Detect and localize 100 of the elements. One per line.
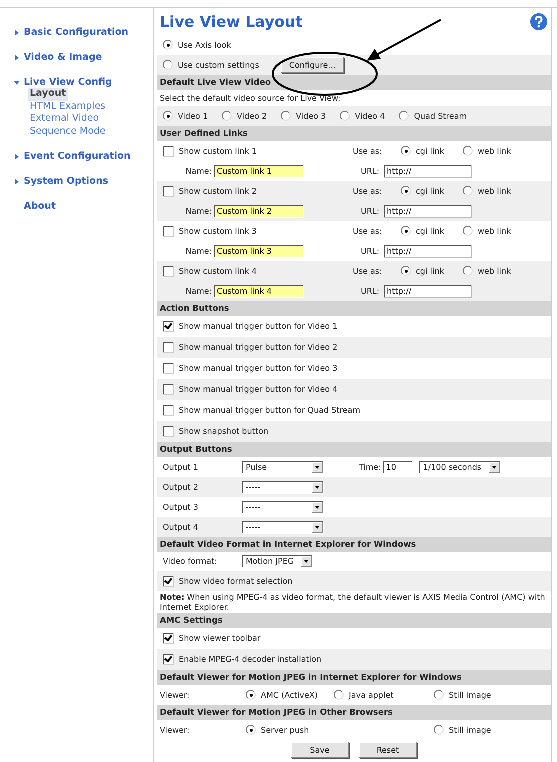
checkbox-option[interactable]: Show custom link 1 [163,146,353,156]
sidebar-link[interactable]: Basic Configuration [24,27,129,38]
radio-option[interactable]: web link [463,146,525,156]
checkbox-option[interactable]: Show snapshot button [163,426,269,437]
video-format-select[interactable]: Motion JPEG [242,555,313,568]
sidebar-link[interactable]: System Options [24,176,108,187]
radio-button[interactable] [401,266,411,276]
radio-button[interactable] [401,146,411,156]
output-select[interactable]: Pulse [242,460,324,474]
radio-option[interactable]: Java applet [334,690,434,700]
radio-button[interactable] [163,60,173,70]
checkbox[interactable] [163,186,174,196]
sidebar-link[interactable]: Video & Image [24,52,102,63]
name-field[interactable]: Custom link 4 [214,284,304,298]
output-select[interactable]: ----- [242,520,324,534]
checkbox[interactable] [163,321,174,332]
radio-option[interactable]: web link [463,186,525,196]
output-label: Output 1 [163,462,200,472]
form-button[interactable]: Reset [359,742,417,758]
radio-option[interactable]: Video 2 [222,111,268,121]
checkbox[interactable] [163,576,174,586]
checkbox-option[interactable]: Show custom link 2 [163,186,353,196]
field-label: URL: [361,246,381,256]
checkbox[interactable] [163,363,174,374]
radio-button[interactable] [246,725,256,735]
checkbox-option[interactable]: Show viewer toolbar [163,633,261,644]
url-field[interactable]: http:// [384,164,472,178]
checkbox-option[interactable]: Show manual trigger button for Quad Stream [163,405,360,416]
url-field[interactable]: http:// [384,284,472,298]
checkbox-option[interactable]: Show manual trigger button for Video 1 [163,321,338,332]
radio-button[interactable] [340,111,350,121]
radio-option[interactable]: Video 1 [163,111,208,121]
radio-button[interactable] [463,266,473,276]
checkbox[interactable] [163,384,174,395]
radio-option[interactable]: Still image [434,725,492,735]
checkbox[interactable] [163,405,174,416]
checkbox-option[interactable]: Show manual trigger button for Video 3 [163,363,338,374]
name-field[interactable]: Custom link 2 [214,204,304,218]
radio-option[interactable]: web link [463,266,525,276]
checkbox[interactable] [163,654,174,665]
radio-option[interactable]: Still image [434,690,492,700]
checkbox[interactable] [163,146,174,156]
checkbox[interactable] [163,426,174,437]
sidebar-link[interactable]: About [24,201,56,212]
radio-option[interactable]: cgi link [401,186,463,196]
time-field[interactable]: 10 [383,460,414,474]
sidebar-link[interactable]: Event Configuration [24,151,131,162]
radio-option[interactable]: Use custom settings [163,60,260,70]
radio-option[interactable]: AMC (ActiveX) [246,690,334,700]
url-field[interactable]: http:// [384,204,472,218]
radio-option[interactable]: web link [463,226,525,236]
radio-option[interactable]: Video 3 [281,111,326,121]
name-field[interactable]: Custom link 1 [214,164,304,178]
checkbox-label: Show manual trigger button for Quad Stream [179,406,360,415]
checkbox[interactable] [163,342,174,353]
radio-button[interactable] [463,226,473,236]
radio-button[interactable] [399,111,410,121]
radio-option[interactable]: Server push [246,725,334,735]
checkbox[interactable] [163,266,174,276]
sidebar-subitem[interactable]: External Video [28,113,102,126]
radio-button[interactable] [334,690,344,700]
output-select[interactable]: ----- [242,480,324,494]
name-field[interactable]: Custom link 3 [214,244,304,258]
radio-option[interactable]: cgi link [401,146,463,156]
checkbox-option[interactable]: Show video format selection [163,576,293,586]
radio-button[interactable] [434,725,444,735]
sidebar-subitem[interactable]: Sequence Mode [28,126,108,138]
radio-button[interactable] [163,40,173,50]
radio-button[interactable] [463,186,473,196]
radio-label: Still image [449,726,492,734]
checkbox[interactable] [163,633,174,644]
output-select[interactable]: ----- [242,500,324,514]
checkbox-option[interactable]: Show custom link 4 [163,266,353,276]
radio-button[interactable] [434,690,444,700]
sidebar-link[interactable]: Live View Config [24,77,112,88]
checkbox-label: Show viewer toolbar [179,634,261,643]
radio-button[interactable] [463,146,473,156]
radio-option[interactable]: Video 4 [340,111,386,121]
radio-option[interactable]: Quad Stream [399,111,468,121]
sidebar-subitem[interactable]: Layout [28,88,68,100]
form-button[interactable]: Save [291,742,349,758]
checkbox[interactable] [163,226,174,236]
url-field[interactable]: http:// [384,244,472,258]
sidebar-subitem[interactable]: HTML Examples [28,100,108,113]
radio-option[interactable]: Use Axis look [163,40,232,50]
radio-button[interactable] [163,111,173,121]
checkbox-option[interactable]: Show custom link 3 [163,226,353,236]
unit-select[interactable]: 1/100 seconds [419,460,502,474]
radio-button[interactable] [401,226,411,236]
section-heading: Action Buttons [157,301,551,316]
help-icon[interactable] [530,12,548,30]
radio-button[interactable] [281,111,292,121]
checkbox-label: Show manual trigger button for Video 4 [179,385,338,394]
radio-button[interactable] [246,690,256,700]
radio-option[interactable]: cgi link [401,266,463,276]
section-heading: AMC Settings [157,613,551,628]
radio-option[interactable]: cgi link [401,226,463,236]
radio-button[interactable] [222,111,232,121]
configure-button[interactable]: Configure... [281,57,344,73]
radio-button[interactable] [401,186,411,196]
